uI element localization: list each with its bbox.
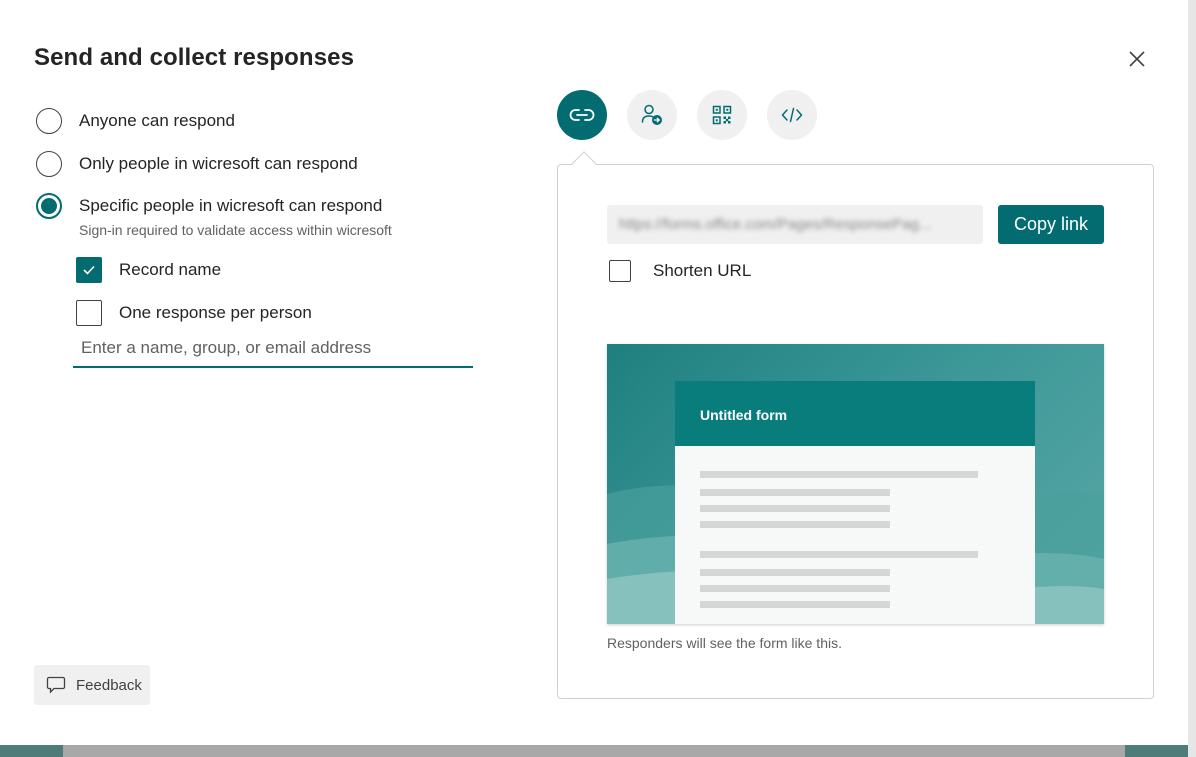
form-preview-image: Untitled form bbox=[607, 344, 1104, 624]
background-teal-right bbox=[1125, 743, 1196, 757]
radio-label: Only people in wicresoft can respond bbox=[79, 154, 358, 173]
comment-icon bbox=[46, 676, 66, 694]
tab-qr-code[interactable] bbox=[697, 90, 747, 140]
form-url-field[interactable]: https://forms.office.com/Pages/ResponseP… bbox=[607, 205, 983, 244]
background-scroll-edge bbox=[1188, 0, 1196, 757]
preview-placeholder-line bbox=[700, 505, 890, 512]
specific-people-hint: Sign-in required to validate access with… bbox=[79, 222, 392, 238]
tab-embed[interactable] bbox=[767, 90, 817, 140]
one-response-label: One response per person bbox=[119, 303, 312, 322]
preview-placeholder-line bbox=[700, 471, 978, 478]
preview-placeholder-line bbox=[700, 489, 890, 496]
preview-placeholder-line bbox=[700, 551, 978, 558]
radio-specific-people[interactable]: Specific people in wicresoft can respond bbox=[36, 193, 382, 219]
close-button[interactable] bbox=[1123, 45, 1151, 73]
shorten-url-checkbox[interactable] bbox=[609, 260, 631, 282]
radio-circle[interactable] bbox=[36, 108, 62, 134]
preview-form-card: Untitled form bbox=[675, 381, 1035, 624]
preview-placeholder-line bbox=[700, 569, 890, 576]
code-icon bbox=[781, 107, 803, 123]
link-icon bbox=[569, 109, 595, 121]
one-response-option[interactable]: One response per person bbox=[76, 300, 312, 326]
preview-placeholder-line bbox=[700, 585, 890, 592]
radio-anyone[interactable]: Anyone can respond bbox=[36, 108, 235, 134]
tab-invite[interactable] bbox=[627, 90, 677, 140]
copy-link-button[interactable]: Copy link bbox=[998, 205, 1104, 244]
tab-link[interactable] bbox=[557, 90, 607, 140]
record-name-option[interactable]: Record name bbox=[76, 257, 221, 283]
radio-label: Specific people in wicresoft can respond bbox=[79, 196, 383, 215]
radio-circle-selected[interactable] bbox=[36, 193, 62, 219]
people-search-input[interactable] bbox=[73, 334, 473, 368]
radio-circle[interactable] bbox=[36, 151, 62, 177]
qr-code-icon bbox=[712, 105, 732, 125]
form-url-text: https://forms.office.com/Pages/ResponseP… bbox=[619, 216, 932, 233]
preview-form-header: Untitled form bbox=[675, 381, 1035, 446]
record-name-checkbox[interactable] bbox=[76, 257, 102, 283]
one-response-checkbox[interactable] bbox=[76, 300, 102, 326]
feedback-button[interactable]: Feedback bbox=[34, 665, 150, 705]
dialog-title: Send and collect responses bbox=[34, 44, 355, 71]
radio-label: Anyone can respond bbox=[79, 111, 235, 130]
send-responses-dialog: Send and collect responses Anyone can re… bbox=[0, 0, 1188, 745]
preview-caption: Responders will see the form like this. bbox=[607, 635, 842, 651]
shorten-url-option[interactable]: Shorten URL bbox=[609, 260, 751, 282]
close-icon bbox=[1129, 51, 1145, 67]
background-strip bbox=[0, 743, 1196, 757]
person-arrow-icon bbox=[641, 104, 662, 125]
radio-organization[interactable]: Only people in wicresoft can respond bbox=[36, 151, 358, 177]
background-teal-left bbox=[0, 743, 63, 757]
checkmark-icon bbox=[83, 265, 95, 275]
preview-placeholder-line bbox=[700, 601, 890, 608]
record-name-label: Record name bbox=[119, 260, 222, 279]
feedback-label: Feedback bbox=[76, 676, 142, 694]
preview-placeholder-line bbox=[700, 521, 890, 528]
shorten-url-label: Shorten URL bbox=[653, 261, 752, 280]
preview-form-title: Untitled form bbox=[700, 407, 788, 423]
